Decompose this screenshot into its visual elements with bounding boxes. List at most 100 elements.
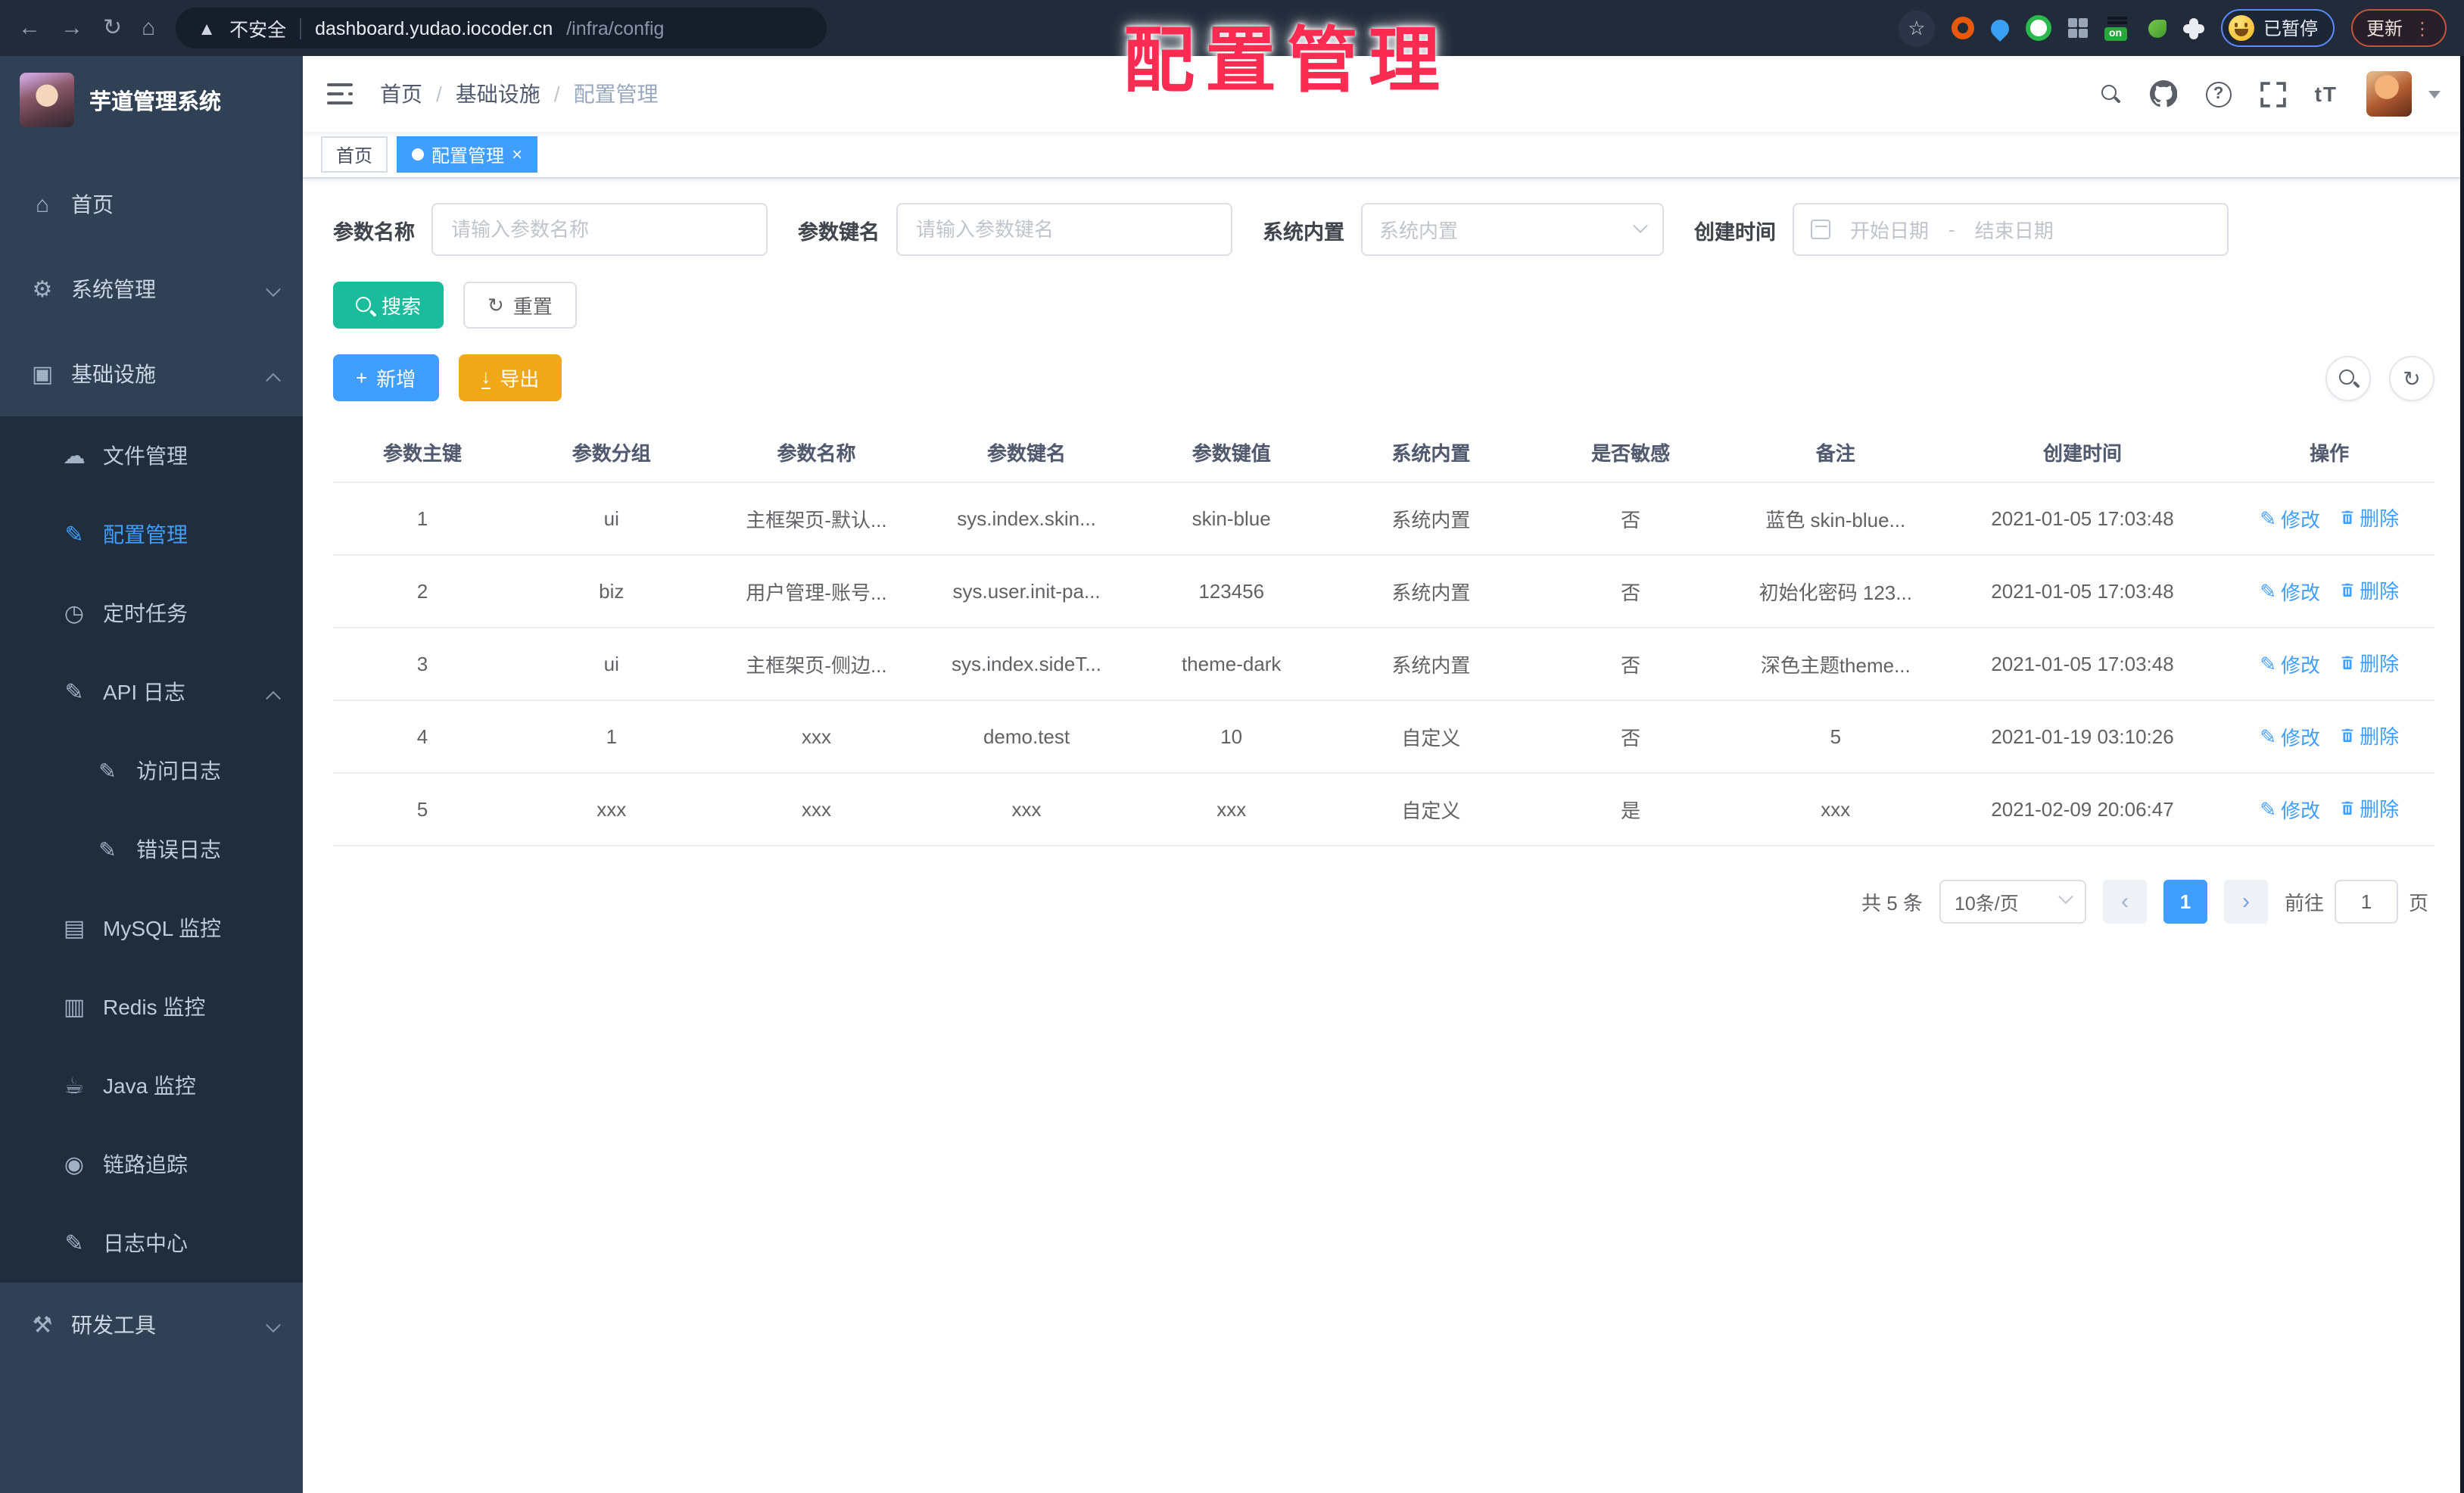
app-logo-row[interactable]: 芋道管理系统 [0,56,303,144]
sidebar-item-file-management[interactable]: ☁ 文件管理 [0,416,303,495]
sidebar-item-home[interactable]: ⌂ 首页 [0,162,303,247]
sidebar-item-java-monitor[interactable]: ☕ Java 监控 [0,1046,303,1125]
navbar-actions: ? tT [2101,71,2441,117]
trash-icon [2341,801,2353,815]
delete-link[interactable]: 删除 [2338,721,2399,750]
sidebar-item-label: Java 监控 [103,1074,196,1098]
sidebar-item-dev-tools[interactable]: ⚒ 研发工具 [0,1283,303,1367]
search-icon[interactable] [2101,84,2121,104]
font-size-icon[interactable]: tT [2315,82,2338,106]
page-size-select[interactable]: 10条/页 [1939,879,2086,923]
sidebar-item-trace[interactable]: ◉ 链路追踪 [0,1125,303,1204]
export-button[interactable]: ↓ 导出 [458,354,562,401]
delete-link[interactable]: 删除 [2338,503,2399,531]
goto-page-input[interactable] [2334,879,2398,923]
address-bar[interactable]: ▲ 不安全 dashboard.yudao.iocoder.cn/infra/c… [175,8,827,48]
search-button-label: 搜索 [382,295,422,318]
extension-ring-icon[interactable] [1951,17,1974,39]
filter-builtin-label: 系统内置 [1263,220,1344,243]
refresh-table-button[interactable]: ↻ [2389,355,2434,401]
reload-icon[interactable]: ↻ [103,17,122,39]
breadcrumb-infrastructure[interactable]: 基础设施 [456,79,540,109]
active-tab-dot [412,148,425,161]
goto-group: 前往 页 [2285,879,2428,923]
search-button[interactable]: 搜索 [333,282,444,329]
sidebar-item-access-logs[interactable]: ✎ 访问日志 [0,731,303,810]
sidebar-item-log-center[interactable]: ✎ 日志中心 [0,1204,303,1283]
tab-label: 配置管理 [431,145,505,166]
breadcrumb-home[interactable]: 首页 [380,79,422,109]
toolbar-right: ↻ [2325,355,2434,401]
github-icon[interactable] [2149,80,2177,108]
profile-paused-pill[interactable]: 已暂停 [2220,9,2335,47]
table-row: 2 biz 用户管理-账号... sys.user.init-pa... 123… [333,554,2434,628]
sidebar-item-redis-monitor[interactable]: ▥ Redis 监控 [0,968,303,1046]
cell-id: 1 [333,482,512,555]
date-range-picker[interactable]: 开始日期 - 结束日期 [1793,203,2229,256]
cloud-icon: ☁ [63,444,86,469]
builtin-select[interactable]: 系统内置 [1361,203,1664,256]
delete-link[interactable]: 删除 [2338,575,2399,604]
kebab-menu-icon[interactable]: ⋮ [2413,17,2431,39]
forward-icon[interactable]: → [61,17,83,39]
edit-link[interactable]: ✎ 修改 [2260,650,2320,679]
sidebar-item-infrastructure[interactable]: ▣ 基础设施 [0,332,303,416]
reset-button[interactable]: ↻ 重置 [463,282,577,329]
extension-grid-icon[interactable] [2067,18,2088,38]
sidebar-item-label: 日志中心 [103,1231,188,1255]
cell-key: sys.index.skin... [921,482,1132,555]
avatar[interactable] [2366,71,2412,117]
page-size-value: 10条/页 [1954,893,2019,914]
cell-group: ui [511,627,712,700]
tab-label: 首页 [336,145,373,166]
sidebar-item-system-management[interactable]: ⚙ 系统管理 [0,247,303,332]
date-separator: - [1948,218,1955,241]
help-icon[interactable]: ? [2205,81,2232,107]
sidebar-item-label: 配置管理 [103,522,188,547]
delete-link[interactable]: 删除 [2338,793,2399,822]
avatar-caret-icon[interactable] [2428,90,2441,98]
java-icon: ☕ [64,1074,85,1099]
sidebar-item-mysql-monitor[interactable]: ▤ MySQL 监控 [0,889,303,968]
table-row: 3 ui 主框架页-侧边... sys.index.sideT... theme… [333,627,2434,700]
current-page-button[interactable]: 1 [2163,879,2207,923]
cell-value: theme-dark [1131,627,1332,700]
sidebar-item-scheduled-tasks[interactable]: ◷ 定时任务 [0,574,303,653]
sidebar-item-api-logs[interactable]: ✎ API 日志 [0,653,303,731]
date-end-placeholder: 结束日期 [1974,220,2054,242]
goto-unit: 页 [2408,891,2428,914]
cell-value: 10 [1131,700,1332,773]
extension-drop-icon[interactable] [1986,15,2013,41]
reset-button-label: 重置 [512,295,553,318]
extension-on-badge-icon[interactable]: on [2104,16,2132,40]
bookmark-star-icon[interactable]: ☆ [1898,10,1935,46]
back-icon[interactable]: ← [18,17,41,39]
close-icon[interactable]: × [512,145,522,164]
edit-link[interactable]: ✎ 修改 [2260,578,2320,606]
tab-home[interactable]: 首页 [321,136,388,173]
sidebar-item-config-management[interactable]: ✎ 配置管理 [0,495,303,574]
fullscreen-icon[interactable] [2260,81,2286,107]
param-key-input[interactable] [896,203,1232,256]
cell-builtin: 自定义 [1331,772,1531,846]
param-name-input[interactable] [431,203,768,256]
next-page-button[interactable]: › [2223,879,2268,923]
cell-actions: ✎ 修改 删除 [2224,554,2434,628]
tab-config-management[interactable]: 配置管理 × [397,136,538,173]
sidebar-item-error-logs[interactable]: ✎ 错误日志 [0,810,303,889]
toggle-search-button[interactable] [2325,355,2371,401]
home-nav-icon[interactable]: ⌂ [142,17,155,39]
prev-page-button[interactable]: ‹ [2102,879,2147,923]
extension-leaf-icon[interactable] [2148,19,2167,37]
col-header-actions: 操作 [2224,424,2434,482]
browser-update-button[interactable]: 更新 ⋮ [2350,9,2447,47]
add-button[interactable]: + 新增 [333,354,439,401]
edit-link[interactable]: ✎ 修改 [2260,723,2320,752]
edit-link[interactable]: ✎ 修改 [2260,796,2320,824]
chevron-down-icon [266,1313,281,1337]
delete-link[interactable]: 删除 [2338,648,2399,677]
sidebar-toggle-icon[interactable] [327,83,353,105]
edit-link[interactable]: ✎ 修改 [2260,505,2320,534]
extension-proxy-icon[interactable] [2025,15,2051,41]
extensions-puzzle-icon[interactable] [2182,17,2204,39]
